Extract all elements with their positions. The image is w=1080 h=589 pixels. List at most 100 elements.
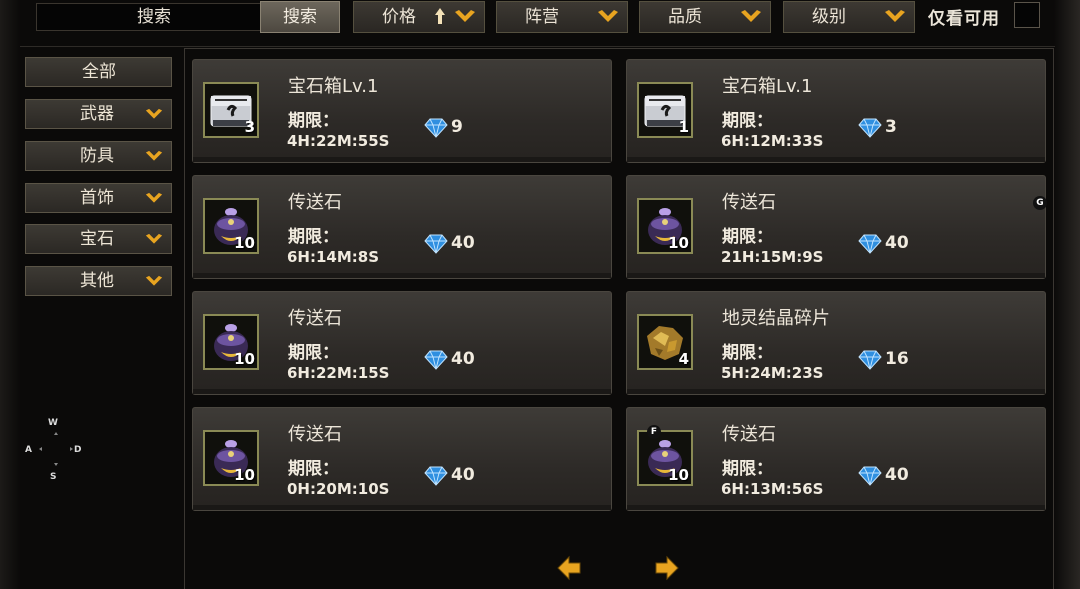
price-value: 40 [451, 465, 475, 485]
divider [20, 46, 1055, 47]
search-input[interactable]: 搜索 [36, 3, 272, 31]
item-slot: 1 [637, 82, 693, 138]
sidebar-item-all[interactable]: 全部 [25, 57, 172, 87]
diamond-currency-icon [858, 466, 882, 486]
diamond-currency-icon [858, 350, 882, 370]
item-name: 传送石 [722, 192, 776, 213]
expire-label: 期限： [722, 343, 773, 363]
only-available-checkbox[interactable] [1014, 2, 1040, 28]
item-slot: 4 [637, 314, 693, 370]
only-available-label: 仅看可用 [928, 9, 1000, 29]
expire-time: 4H:22M:55S [287, 132, 390, 150]
expire-time: 21H:15M:9S [721, 248, 824, 266]
prev-page-arrow-icon[interactable] [556, 555, 582, 581]
chevron-down-icon [145, 275, 163, 286]
left-edge-shadow [0, 0, 20, 589]
hint-key-g: G [1033, 196, 1047, 210]
expire-label: 期限： [722, 459, 773, 479]
chevron-down-icon [145, 150, 163, 161]
expire-label: 期限： [288, 227, 339, 247]
compass-w-label: W [48, 418, 58, 428]
price-value: 3 [885, 117, 897, 137]
faction-filter-label: 阵营 [525, 7, 559, 27]
chevron-down-icon [885, 10, 905, 22]
sidebar-item-label: 其他 [80, 271, 114, 291]
item-slot: 10 [203, 430, 259, 486]
item-quantity: 10 [668, 466, 689, 484]
expire-time: 6H:13M:56S [721, 480, 824, 498]
item-slot: 10 [637, 430, 693, 486]
item-name: 传送石 [722, 424, 776, 445]
expire-time: 6H:22M:15S [287, 364, 390, 382]
item-card[interactable]: 3 宝石箱Lv.1 期限： 4H:22M:55S 9 [192, 59, 612, 163]
compass-a-label: A [25, 445, 32, 455]
price-filter-label: 价格 [382, 7, 416, 27]
item-card[interactable]: 1 宝石箱Lv.1 期限： 6H:12M:33S 3 [626, 59, 1046, 163]
item-card[interactable]: 10 传送石期限： 21H:15M:9S 40 [626, 175, 1046, 279]
item-quantity: 3 [244, 118, 255, 136]
price-filter-dropdown[interactable]: 价格 [353, 1, 485, 33]
diamond-currency-icon [858, 118, 882, 138]
chevron-down-icon [145, 233, 163, 244]
sort-up-arrow-icon [435, 8, 445, 24]
chevron-down-icon [455, 10, 475, 22]
expire-label: 期限： [288, 459, 339, 479]
item-slot: 10 [203, 198, 259, 254]
level-filter-dropdown[interactable]: 级别 [783, 1, 915, 33]
diamond-currency-icon [424, 350, 448, 370]
item-slot: 10 [637, 198, 693, 254]
expire-time: 0H:20M:10S [287, 480, 390, 498]
price-value: 40 [451, 233, 475, 253]
expire-label: 期限： [722, 111, 773, 131]
compass-arrows-icon [39, 432, 73, 466]
sidebar-item-label: 宝石 [80, 229, 114, 249]
diamond-currency-icon [424, 234, 448, 254]
item-quantity: 1 [678, 118, 689, 136]
compass-s-label: S [50, 472, 57, 482]
chevron-down-icon [741, 10, 761, 22]
sidebar-item-jewelry[interactable]: 首饰 [25, 183, 172, 213]
expire-label: 期限： [288, 343, 339, 363]
item-quantity: 10 [234, 350, 255, 368]
item-card[interactable]: 10 传送石 期限： 0H:20M:10S 40 [192, 407, 612, 511]
item-quantity: 10 [668, 234, 689, 252]
expire-label: 期限： [722, 227, 773, 247]
diamond-currency-icon [858, 234, 882, 254]
level-filter-label: 级别 [812, 7, 846, 27]
expire-time: 6H:12M:33S [721, 132, 824, 150]
diamond-currency-icon [424, 118, 448, 138]
sidebar-item-weapons[interactable]: 武器 [25, 99, 172, 129]
item-card[interactable]: 10 传送石期限： 6H:13M:56S 40 [626, 407, 1046, 511]
item-card[interactable]: 10 传送石期限： 6H:22M:15S 40 [192, 291, 612, 395]
item-quantity: 10 [234, 234, 255, 252]
expire-time: 5H:24M:23S [721, 364, 824, 382]
item-card[interactable]: 4 地灵结晶碎片 期限： 5H:24M:23S 16 [626, 291, 1046, 395]
sidebar-item-armor[interactable]: 防具 [25, 141, 172, 171]
item-name: 传送石 [288, 308, 342, 329]
hint-key-f: F [647, 425, 661, 439]
price-value: 40 [451, 349, 475, 369]
item-name: 传送石 [288, 192, 342, 213]
filter-bar: 搜索 搜索 价格 阵营 品质 级别 仅看可用 [20, 0, 1060, 36]
item-card[interactable]: 10 传送石期限： 6H:14M:8S 40 [192, 175, 612, 279]
right-edge-shadow [1054, 0, 1080, 589]
expire-time: 6H:14M:8S [287, 248, 380, 266]
item-slot: 3 [203, 82, 259, 138]
wasd-compass: W A D S [22, 418, 92, 484]
diamond-currency-icon [424, 466, 448, 486]
quality-filter-dropdown[interactable]: 品质 [639, 1, 771, 33]
chevron-down-icon [145, 192, 163, 203]
item-name: 宝石箱Lv.1 [722, 76, 813, 97]
item-quantity: 4 [678, 350, 689, 368]
expire-label: 期限： [288, 111, 339, 131]
item-slot: 10 [203, 314, 259, 370]
next-page-arrow-icon[interactable] [654, 555, 680, 581]
faction-filter-dropdown[interactable]: 阵营 [496, 1, 628, 33]
price-value: 40 [885, 465, 909, 485]
item-quantity: 10 [234, 466, 255, 484]
search-button[interactable]: 搜索 [260, 1, 340, 33]
sidebar-item-gems[interactable]: 宝石 [25, 224, 172, 254]
chevron-down-icon [145, 108, 163, 119]
sidebar-item-other[interactable]: 其他 [25, 266, 172, 296]
price-value: 40 [885, 233, 909, 253]
